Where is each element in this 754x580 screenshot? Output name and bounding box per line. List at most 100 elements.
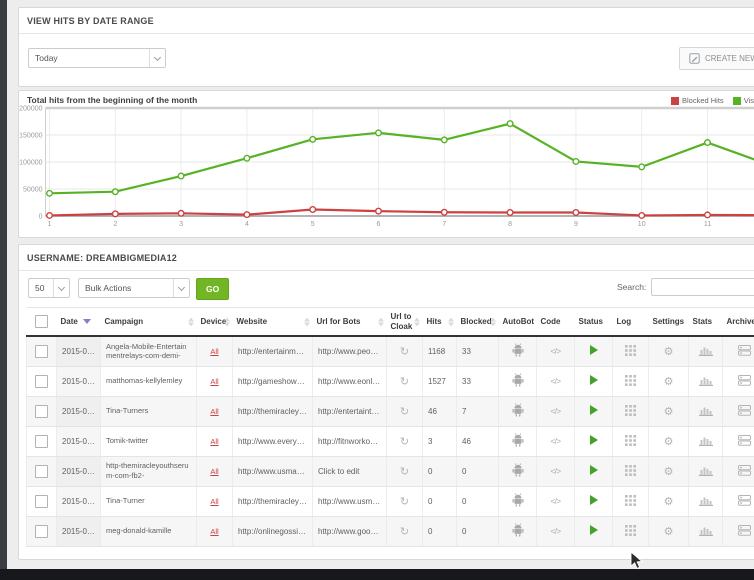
website-cell: http://www.usmagazine.c... bbox=[233, 456, 313, 486]
refresh-icon[interactable]: ↻ bbox=[400, 496, 409, 508]
table-header-row: DateCampaignDeviceWebsiteUrl for BotsUrl… bbox=[27, 308, 754, 337]
code-icon[interactable]: </> bbox=[550, 527, 560, 536]
archive-cell[interactable] bbox=[723, 396, 754, 426]
column-header-blocked[interactable]: Blocked bbox=[457, 308, 499, 337]
log-cell[interactable] bbox=[613, 396, 649, 426]
device-all-link[interactable]: All bbox=[210, 467, 218, 476]
column-header-url_for_bots[interactable]: Url for Bots bbox=[313, 308, 387, 337]
autobot-cell[interactable] bbox=[499, 486, 537, 516]
bulk-actions-select[interactable]: Bulk Actions bbox=[78, 278, 190, 298]
autobot-cell[interactable] bbox=[499, 426, 537, 456]
device-all-link[interactable]: All bbox=[210, 527, 218, 536]
code-icon[interactable]: </> bbox=[550, 347, 560, 356]
archive-cell[interactable] bbox=[723, 336, 754, 366]
autobot-cell[interactable] bbox=[499, 456, 537, 486]
gear-icon[interactable]: ⚙ bbox=[664, 496, 674, 508]
date-range-select[interactable]: Today bbox=[28, 48, 166, 68]
archive-cell[interactable] bbox=[723, 486, 754, 516]
stats-cell[interactable] bbox=[689, 396, 723, 426]
log-cell[interactable] bbox=[613, 516, 649, 546]
row-checkbox-cell bbox=[27, 456, 57, 486]
device-all-link[interactable]: All bbox=[210, 377, 218, 386]
play-icon[interactable] bbox=[590, 375, 598, 385]
play-icon[interactable] bbox=[590, 435, 598, 445]
autobot-cell[interactable] bbox=[499, 516, 537, 546]
play-icon[interactable] bbox=[590, 345, 598, 355]
row-checkbox[interactable] bbox=[35, 375, 48, 388]
row-checkbox[interactable] bbox=[35, 465, 48, 478]
column-header-url_to_cloak[interactable]: Url to Cloak bbox=[387, 308, 423, 337]
settings-cell: ⚙ bbox=[649, 426, 689, 456]
code-icon[interactable]: </> bbox=[550, 467, 560, 476]
gear-icon[interactable]: ⚙ bbox=[664, 526, 674, 538]
log-cell[interactable] bbox=[613, 456, 649, 486]
log-cell[interactable] bbox=[613, 426, 649, 456]
archive-cell[interactable] bbox=[723, 426, 754, 456]
column-header-hits[interactable]: Hits bbox=[423, 308, 457, 337]
go-button[interactable]: GO bbox=[196, 278, 229, 300]
stats-cell[interactable] bbox=[689, 516, 723, 546]
search-input[interactable] bbox=[651, 278, 754, 296]
refresh-icon[interactable]: ↻ bbox=[400, 436, 409, 448]
row-checkbox[interactable] bbox=[35, 435, 48, 448]
refresh-icon[interactable]: ↻ bbox=[400, 346, 409, 358]
gear-icon[interactable]: ⚙ bbox=[664, 406, 674, 418]
play-icon[interactable] bbox=[590, 465, 598, 475]
code-icon[interactable]: </> bbox=[550, 407, 560, 416]
gear-icon[interactable]: ⚙ bbox=[664, 466, 674, 478]
autobot-cell[interactable] bbox=[499, 366, 537, 396]
column-header-campaign[interactable]: Campaign bbox=[101, 308, 197, 337]
device-all-link[interactable]: All bbox=[210, 347, 218, 356]
log-cell[interactable] bbox=[613, 366, 649, 396]
code-icon[interactable]: </> bbox=[550, 497, 560, 506]
column-header-website[interactable]: Website bbox=[233, 308, 313, 337]
column-header-device[interactable]: Device bbox=[197, 308, 233, 337]
row-checkbox[interactable] bbox=[35, 405, 48, 418]
archive-cell[interactable] bbox=[723, 366, 754, 396]
website-cell: http://onlinegossipchann... bbox=[233, 516, 313, 546]
code-icon[interactable]: </> bbox=[550, 437, 560, 446]
refresh-icon[interactable]: ↻ bbox=[400, 526, 409, 538]
legend-label: Visitor Hits bbox=[744, 96, 754, 105]
select-all-checkbox[interactable] bbox=[35, 315, 48, 328]
code-icon[interactable]: </> bbox=[550, 377, 560, 386]
autobot-cell[interactable] bbox=[499, 396, 537, 426]
row-checkbox[interactable] bbox=[35, 345, 48, 358]
row-checkbox[interactable] bbox=[35, 525, 48, 538]
column-header-date[interactable]: Date bbox=[57, 308, 101, 337]
stats-cell[interactable] bbox=[689, 336, 723, 366]
bar-chart-icon bbox=[699, 375, 713, 386]
stats-cell[interactable] bbox=[689, 366, 723, 396]
refresh-icon[interactable]: ↻ bbox=[400, 376, 409, 388]
play-icon[interactable] bbox=[590, 525, 598, 535]
mouse-cursor bbox=[630, 551, 644, 571]
archive-cell[interactable] bbox=[723, 516, 754, 546]
refresh-icon[interactable]: ↻ bbox=[400, 466, 409, 478]
refresh-icon[interactable]: ↻ bbox=[400, 406, 409, 418]
play-icon[interactable] bbox=[590, 405, 598, 415]
gear-icon[interactable]: ⚙ bbox=[664, 436, 674, 448]
blocked-cell: 46 bbox=[457, 426, 499, 456]
log-cell[interactable] bbox=[613, 486, 649, 516]
legend-item[interactable]: Blocked Hits bbox=[671, 96, 724, 105]
header-select-all[interactable] bbox=[27, 308, 57, 337]
log-cell[interactable] bbox=[613, 336, 649, 366]
gear-icon[interactable]: ⚙ bbox=[664, 376, 674, 388]
hits-line-chart: 050000100000150000200000123456789101112 bbox=[19, 91, 754, 238]
gear-icon[interactable]: ⚙ bbox=[664, 346, 674, 358]
page-size-select[interactable]: 50 bbox=[28, 278, 70, 298]
autobot-cell[interactable] bbox=[499, 336, 537, 366]
campaign-cell: Angela-Mobile-Entertainmentrelays-com-de… bbox=[101, 336, 197, 366]
device-all-link[interactable]: All bbox=[210, 407, 218, 416]
legend-item[interactable]: Visitor Hits bbox=[733, 96, 754, 105]
row-checkbox[interactable] bbox=[35, 495, 48, 508]
archive-cell[interactable] bbox=[723, 456, 754, 486]
stats-cell[interactable] bbox=[689, 456, 723, 486]
create-new-campaign-button[interactable]: CREATE NEW CAMPAIGN bbox=[679, 47, 754, 70]
device-all-link[interactable]: All bbox=[210, 437, 218, 446]
stats-cell[interactable] bbox=[689, 486, 723, 516]
device-all-link[interactable]: All bbox=[210, 497, 218, 506]
play-icon[interactable] bbox=[590, 495, 598, 505]
stats-cell[interactable] bbox=[689, 426, 723, 456]
date-cell: 2015-01-11 bbox=[57, 366, 101, 396]
